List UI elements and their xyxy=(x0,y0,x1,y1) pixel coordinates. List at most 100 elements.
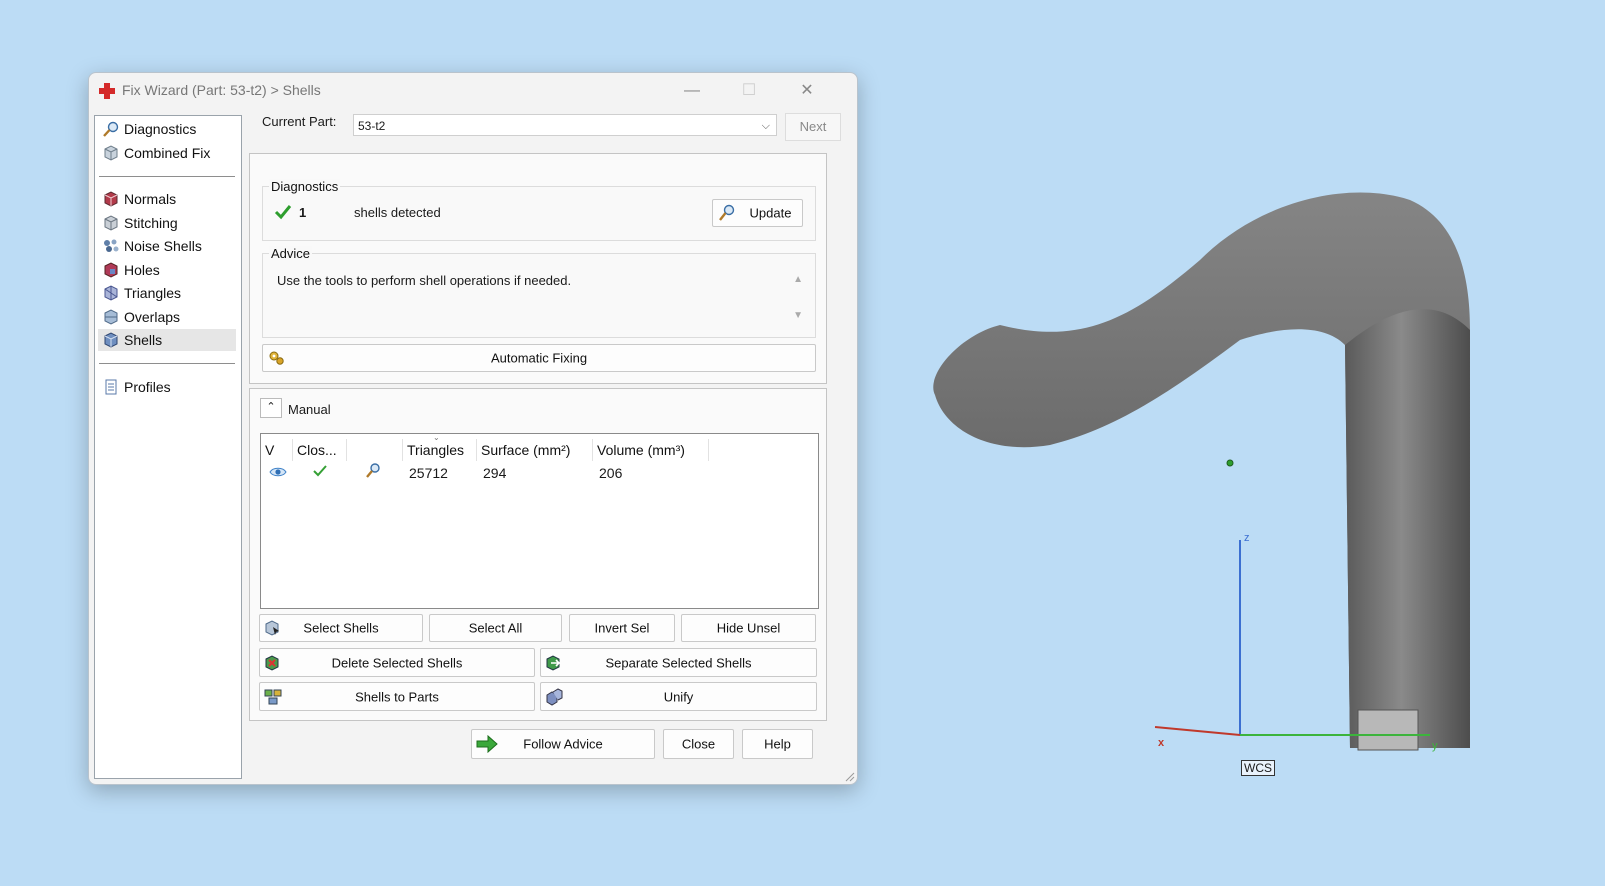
shells-detected-text: shells detected xyxy=(354,205,441,220)
diagnostics-title: Diagnostics xyxy=(269,179,341,194)
nav-label: Normals xyxy=(124,191,177,207)
delete-selected-shells-button[interactable]: Delete Selected Shells xyxy=(259,648,535,677)
nav-divider xyxy=(99,176,235,177)
next-button[interactable]: Next xyxy=(785,113,841,141)
nav-item-noise-shells[interactable]: Noise Shells xyxy=(98,235,236,257)
collapse-icon[interactable]: ⌃ xyxy=(260,398,282,418)
noise-shells-icon xyxy=(104,239,119,252)
shells-cube-icon xyxy=(104,332,118,348)
nav-item-shells[interactable]: Shells xyxy=(98,329,236,351)
window-title: Fix Wizard (Part: 53-t2) > Shells xyxy=(122,82,321,98)
triangles-cube-icon xyxy=(104,285,118,301)
nav-label: Profiles xyxy=(124,379,171,395)
delete-selected-label: Delete Selected Shells xyxy=(331,655,463,670)
help-label: Help xyxy=(764,736,791,752)
scroll-up-arrow[interactable]: ▲ xyxy=(793,274,803,285)
pivot-point-icon xyxy=(1226,459,1234,467)
column-header[interactable] xyxy=(347,439,403,461)
overlaps-cube-icon xyxy=(104,309,118,325)
nav-item-combined-fix[interactable]: Combined Fix xyxy=(98,142,236,164)
scroll-down-arrow[interactable]: ▼ xyxy=(793,310,803,321)
part-model-view[interactable] xyxy=(880,170,1500,790)
axis-x-label: x xyxy=(1158,737,1165,749)
diagnostics-panel: Diagnostics 1 shells detected Update Adv… xyxy=(249,153,827,384)
nav-label: Noise Shells xyxy=(124,238,202,254)
wcs-label: WCS xyxy=(1241,760,1275,776)
chevron-down-icon: ⌵ xyxy=(761,120,770,132)
axis-x-line xyxy=(1154,726,1241,736)
nav-label: Overlaps xyxy=(124,309,181,325)
sort-indicator-icon: ⌄ xyxy=(433,433,440,442)
column-header[interactable]: V xyxy=(261,439,293,461)
nav-label: Triangles xyxy=(124,285,182,301)
column-header[interactable]: Triangles xyxy=(403,439,477,461)
unify-button[interactable]: Unify xyxy=(540,682,817,711)
minimize-button[interactable]: — xyxy=(677,79,707,103)
nav-item-holes[interactable]: Holes xyxy=(98,259,236,281)
follow-advice-button[interactable]: Follow Advice xyxy=(471,729,655,759)
holes-cube-icon xyxy=(104,262,118,278)
current-part-label: Current Part: xyxy=(262,114,337,129)
shells-to-parts-button[interactable]: Shells to Parts xyxy=(259,682,535,711)
magnifier-icon xyxy=(719,204,735,221)
column-header[interactable]: Surface (mm²) xyxy=(477,439,593,461)
advice-group: Advice Use the tools to perform shell op… xyxy=(262,246,816,338)
separate-selected-label: Separate Selected Shells xyxy=(605,655,752,670)
magnifier-icon[interactable] xyxy=(364,462,382,480)
diagnostics-group: Diagnostics 1 shells detected Update xyxy=(262,179,816,241)
eye-icon[interactable] xyxy=(269,465,287,479)
automatic-fixing-button[interactable]: Automatic Fixing xyxy=(262,344,816,372)
magnifier-icon xyxy=(103,121,119,137)
nav-label: Combined Fix xyxy=(124,145,211,161)
advice-text: Use the tools to perform shell operation… xyxy=(277,273,572,288)
current-part-select[interactable]: 53-t2 ⌵ xyxy=(353,114,777,136)
update-label: Update xyxy=(749,205,792,221)
normals-cube-icon xyxy=(104,191,118,207)
close-label: Close xyxy=(681,736,716,752)
select-shells-button[interactable]: Select Shells xyxy=(259,614,423,642)
select-all-button[interactable]: Select All xyxy=(429,614,562,642)
resize-grip-icon[interactable] xyxy=(843,770,855,782)
shell-count: 1 xyxy=(299,205,307,220)
column-header[interactable]: Volume (mm³) xyxy=(593,439,709,461)
nav-item-stitching[interactable]: Stitching xyxy=(98,212,236,234)
close-button[interactable]: Close xyxy=(663,729,734,759)
surface-cell: 294 xyxy=(483,465,507,481)
wizard-nav: Diagnostics Combined Fix Normals Stitchi… xyxy=(94,115,242,779)
follow-advice-label: Follow Advice xyxy=(523,736,603,752)
stitching-cube-icon xyxy=(104,215,118,231)
fix-wizard-window: Fix Wizard (Part: 53-t2) > Shells — ☐ ✕ … xyxy=(88,72,858,785)
hide-unselected-button[interactable]: Hide Unsel xyxy=(681,614,816,642)
nav-label: Shells xyxy=(124,332,163,348)
title-bar[interactable]: Fix Wizard (Part: 53-t2) > Shells — ☐ ✕ xyxy=(89,73,857,109)
nav-item-normals[interactable]: Normals xyxy=(98,188,236,210)
axis-z-label: z xyxy=(1244,532,1250,544)
nav-label: Holes xyxy=(124,262,160,278)
part-mesh-leg[interactable] xyxy=(1345,309,1470,748)
separate-selected-shells-button[interactable]: Separate Selected Shells xyxy=(540,648,817,677)
update-button[interactable]: Update xyxy=(712,199,803,227)
nav-item-triangles[interactable]: Triangles xyxy=(98,282,236,304)
nav-item-profiles[interactable]: Profiles xyxy=(98,376,236,398)
help-button[interactable]: Help xyxy=(742,729,813,759)
cube-icon xyxy=(104,145,118,161)
invert-selection-button[interactable]: Invert Sel xyxy=(569,614,675,642)
shells-to-parts-label: Shells to Parts xyxy=(355,689,439,704)
volume-cell: 206 xyxy=(599,465,623,481)
triangles-cell: 25712 xyxy=(409,465,448,481)
axis-y-label: y xyxy=(1432,740,1438,752)
shells-table: V Clos... Triangles ⌄ Surface (mm²) Volu… xyxy=(260,433,819,609)
part-foot-cutout xyxy=(1357,709,1419,751)
close-window-button[interactable]: ✕ xyxy=(792,79,822,103)
nav-item-diagnostics[interactable]: Diagnostics xyxy=(98,118,236,140)
check-icon xyxy=(274,205,292,220)
column-header[interactable]: Clos... xyxy=(293,439,347,461)
invert-sel-label: Invert Sel xyxy=(594,620,650,636)
nav-label: Diagnostics xyxy=(124,121,197,137)
nav-item-overlaps[interactable]: Overlaps xyxy=(98,306,236,328)
automatic-fixing-label: Automatic Fixing xyxy=(490,350,588,366)
manual-title: Manual xyxy=(288,402,331,417)
nav-label: Stitching xyxy=(124,215,178,231)
red-cross-icon xyxy=(99,83,115,99)
maximize-button[interactable]: ☐ xyxy=(734,79,764,103)
